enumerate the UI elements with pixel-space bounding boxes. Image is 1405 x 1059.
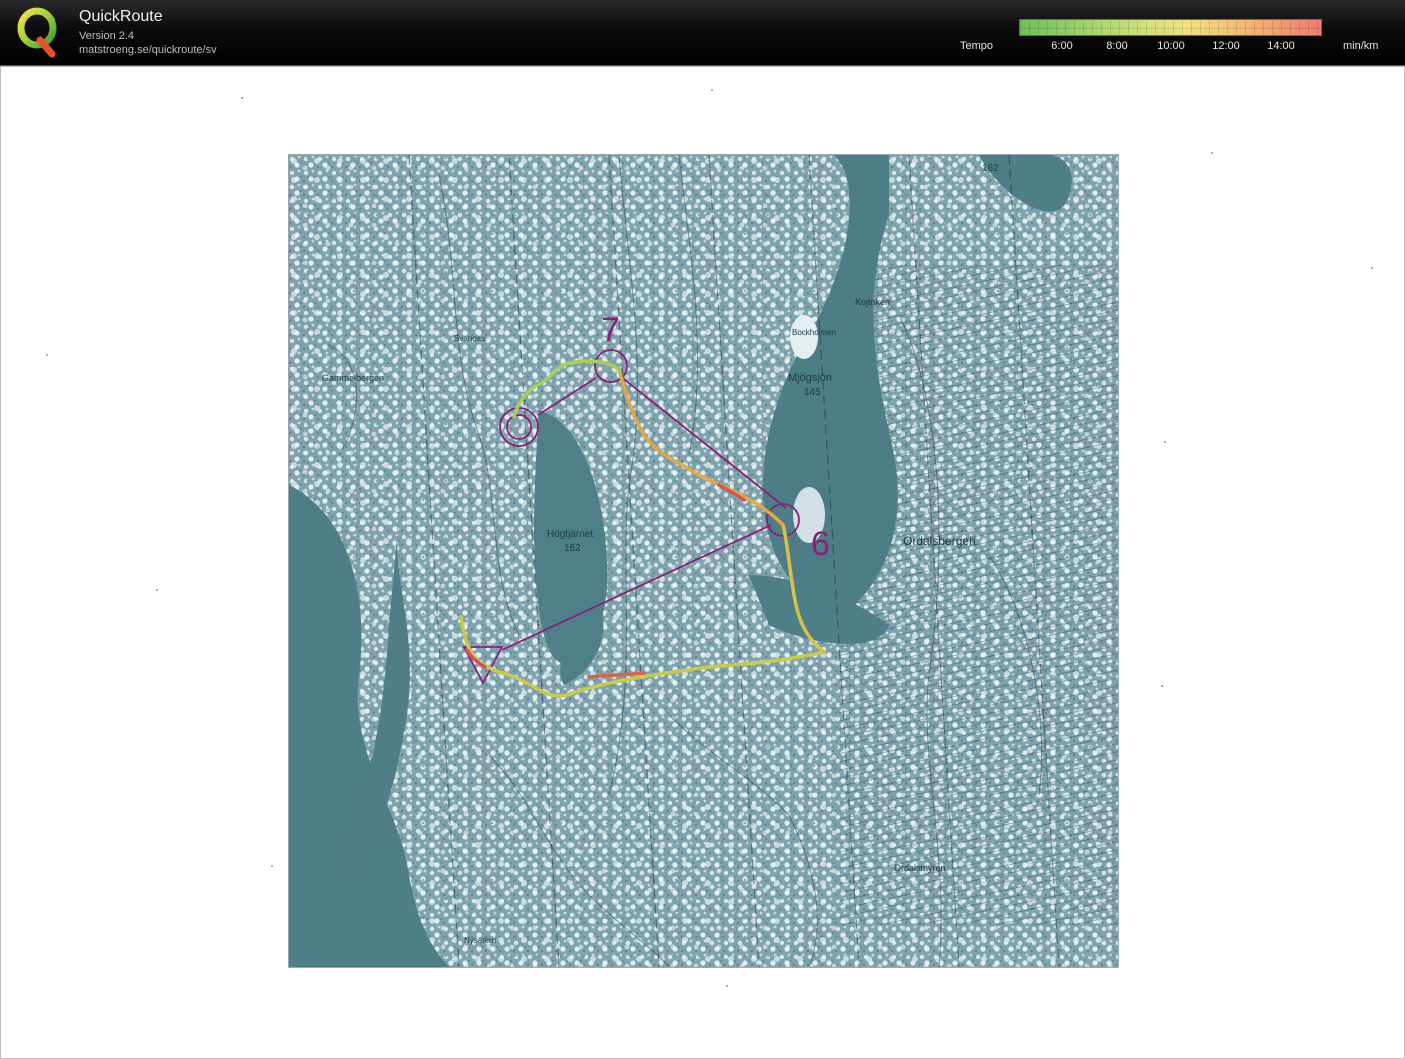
place-ordalsmyren: Ordalsmyren — [894, 863, 946, 873]
app-version: Version 2.4 — [79, 30, 135, 42]
place-elev-162: 162 — [982, 163, 999, 174]
place-ordalsbergen: Ordalsbergen — [903, 534, 976, 548]
map-canvas: 7 6 Mjögsjön 145 Högtjärnet 162 Ordalsbe… — [289, 154, 1118, 968]
orienteering-map[interactable]: 7 6 Mjögsjön 145 Högtjärnet 162 Ordalsbe… — [289, 154, 1118, 968]
cliff-hatching — [839, 265, 1118, 925]
app-header: QuickRoute Version 2.4 matstroeng.se/qui… — [0, 0, 1405, 66]
place-kojtnken: Kojtnken — [855, 297, 890, 307]
legend-tick: 10:00 — [1157, 40, 1185, 52]
control-6-label: 6 — [811, 525, 830, 563]
scan-speck — [271, 865, 273, 867]
legend-title: Tempo — [960, 40, 994, 52]
place-svangas: Svangas — [454, 334, 485, 343]
control-7-label: 7 — [601, 311, 620, 349]
place-mjogsjon-elev: 145 — [804, 387, 821, 398]
tempo-color-scale — [1019, 19, 1322, 36]
place-hogtjarnet: Högtjärnet — [547, 529, 593, 540]
place-hogtjarnet-elev: 162 — [564, 543, 581, 554]
scan-speck — [1164, 441, 1166, 443]
scan-speck — [1211, 152, 1213, 154]
scan-speck — [1371, 267, 1373, 269]
bockholmen-island — [790, 315, 818, 359]
legend-tick: 14:00 — [1267, 40, 1295, 52]
place-mjogsjon: Mjögsjön — [788, 372, 832, 384]
legend-unit: min/km — [1343, 40, 1379, 52]
legend-tick: 12:00 — [1212, 40, 1240, 52]
scan-speck — [156, 589, 158, 591]
scan-speck — [46, 354, 48, 356]
scan-speck — [241, 97, 243, 99]
app-url: matstroeng.se/quickroute/sv — [79, 44, 217, 56]
app-title: QuickRoute — [79, 8, 163, 25]
place-gammelbergen: Gammelbergen — [322, 373, 384, 383]
scan-speck — [1161, 685, 1163, 687]
place-nysatern: Nysätern — [464, 936, 496, 945]
scan-speck — [711, 89, 713, 91]
legend-tick: 6:00 — [1051, 40, 1073, 52]
legend-tick: 8:00 — [1106, 40, 1128, 52]
scan-speck — [726, 985, 728, 987]
quickroute-logo-icon — [17, 7, 57, 58]
place-bockholmen: Bockholmen — [792, 328, 836, 337]
